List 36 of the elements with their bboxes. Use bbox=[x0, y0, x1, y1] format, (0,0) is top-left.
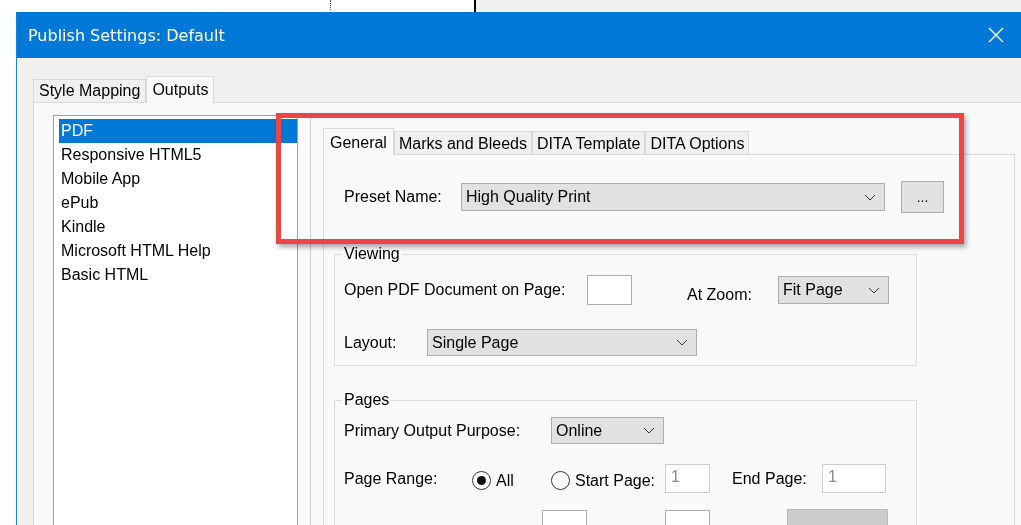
tab[interactable]: DITA Options bbox=[645, 131, 750, 154]
chevron-icon bbox=[643, 427, 655, 434]
output-item[interactable]: ePub bbox=[59, 191, 297, 215]
field-label: Primary Output Purpose: bbox=[344, 421, 522, 440]
group-title: Viewing bbox=[343, 245, 401, 263]
zoom-dropdown[interactable]: Fit Page bbox=[778, 276, 889, 304]
output-item[interactable]: Basic HTML bbox=[59, 263, 297, 287]
close-icon[interactable] bbox=[988, 27, 1004, 43]
output-item[interactable]: Responsive HTML5 bbox=[59, 143, 297, 167]
purpose-dropdown[interactable]: Online bbox=[551, 417, 664, 444]
window-title: Publish Settings: Default bbox=[28, 25, 225, 45]
chevron-icon bbox=[676, 339, 688, 346]
field-label: End Page: bbox=[732, 469, 808, 488]
output-item[interactable]: PDF bbox=[59, 119, 297, 143]
tab[interactable]: DITA Template bbox=[532, 131, 646, 154]
chevron-icon bbox=[868, 286, 880, 294]
field-label: Open PDF Document on Page: bbox=[344, 281, 567, 299]
field-label: At Zoom: bbox=[687, 286, 753, 304]
field-label: Page Range: bbox=[344, 469, 439, 488]
output-item[interactable]: Mobile App bbox=[59, 167, 297, 191]
output-item[interactable]: Microsoft HTML Help bbox=[59, 239, 297, 263]
field-label: Preset Name: bbox=[344, 188, 443, 206]
group-title: Pages bbox=[343, 391, 391, 409]
field-label: Layout: bbox=[344, 333, 398, 352]
tab[interactable]: Marks and Bleeds bbox=[393, 131, 532, 154]
tab[interactable]: Outputs bbox=[146, 76, 215, 103]
page-input[interactable] bbox=[587, 275, 632, 305]
tab[interactable]: General bbox=[323, 128, 394, 155]
preset-dropdown[interactable]: High Quality Print bbox=[461, 183, 885, 211]
output-item[interactable]: Kindle bbox=[59, 215, 297, 239]
chevron-icon bbox=[864, 193, 876, 201]
layout-dropdown[interactable]: Single Page bbox=[427, 329, 697, 356]
radio-option[interactable]: Start Page: bbox=[551, 471, 656, 490]
radio-option[interactable]: All bbox=[472, 471, 551, 490]
tab[interactable]: Style Mapping bbox=[33, 79, 147, 102]
browse-button[interactable]: ... bbox=[901, 181, 944, 213]
